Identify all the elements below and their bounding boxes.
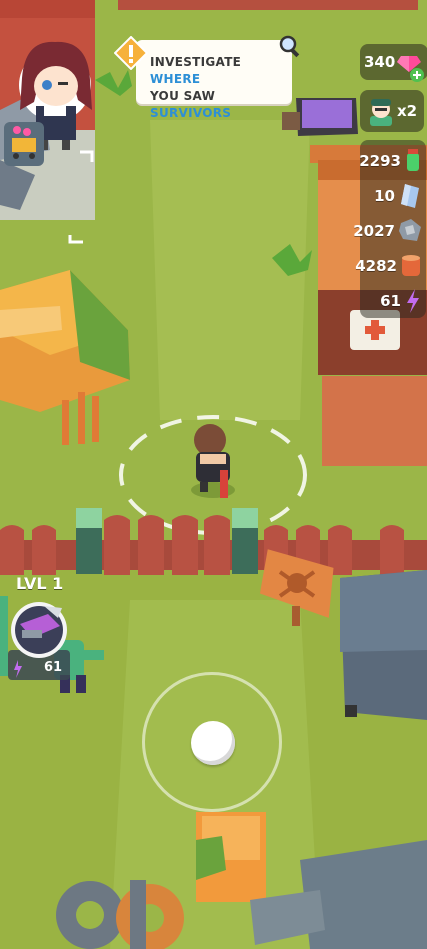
resource-row-jar: 2293	[359, 148, 421, 174]
quest-text-pre: INVESTIGATE	[150, 55, 242, 69]
resource-row-wood: 4282	[355, 253, 421, 279]
resource-value-crystal: 10	[374, 187, 395, 205]
exclamation-icon	[114, 36, 148, 70]
player-level: LVL 1	[16, 574, 64, 593]
resource-value-wood: 4282	[355, 257, 397, 275]
gem-count: 340	[364, 53, 396, 71]
green-jar-icon	[407, 149, 419, 171]
resource-value-jar: 2293	[359, 152, 401, 170]
resource-value-energy: 61	[380, 292, 401, 310]
resource-row-energy: 61	[380, 288, 421, 314]
dumpster	[340, 570, 427, 720]
quest-text-highlight-where: WHERE	[150, 72, 201, 86]
magnifier-icon	[279, 35, 300, 58]
virtual-joystick-knob[interactable]	[191, 721, 235, 765]
purple-pad[interactable]	[296, 98, 358, 136]
quest-text: INVESTIGATE WHERE YOU SAW SURVIVORS	[150, 54, 292, 122]
resource-value-scrap: 2027	[353, 222, 395, 240]
survivor-multiplier-value: x2	[396, 102, 418, 120]
resource-row-crystal: 10	[374, 183, 421, 209]
plus-icon[interactable]	[410, 68, 424, 82]
wood-log-icon	[402, 255, 420, 276]
supply-crate[interactable]	[196, 812, 266, 902]
metal-scrap-icon	[399, 219, 421, 241]
resource-row-scrap: 2027	[353, 218, 421, 244]
quest-text-highlight-survivors: SURVIVORS	[150, 106, 232, 120]
survivor-avatar-icon	[369, 99, 392, 126]
survivor-multiplier[interactable]: x2	[360, 90, 424, 132]
quest-banner[interactable]: INVESTIGATE WHERE YOU SAW SURVIVORS	[114, 35, 300, 120]
lightning-icon	[407, 289, 419, 313]
blue-crystal-icon	[401, 184, 419, 208]
quest-text-mid: YOU SAW	[150, 89, 216, 103]
ability-energy-count: 61	[44, 660, 63, 675]
crafting-cart-button[interactable]	[4, 122, 44, 166]
